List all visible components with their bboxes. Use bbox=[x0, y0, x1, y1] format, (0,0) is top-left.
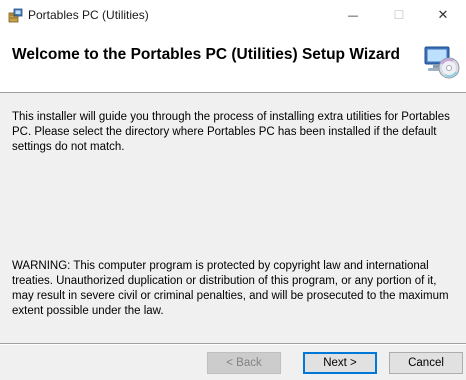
footer-divider bbox=[0, 343, 466, 345]
computer-cd-icon bbox=[422, 42, 460, 80]
title-bar: Portables PC (Utilities) — ☐ ✕ bbox=[0, 0, 466, 30]
close-button[interactable]: ✕ bbox=[420, 0, 466, 30]
intro-text: This installer will guide you through th… bbox=[12, 111, 450, 153]
minimize-button[interactable]: — bbox=[330, 0, 376, 30]
warning-text: WARNING: This computer program is protec… bbox=[12, 260, 449, 317]
maximize-icon: ☐ bbox=[393, 8, 405, 22]
minimize-icon: — bbox=[347, 8, 359, 22]
window-title: Portables PC (Utilities) bbox=[28, 8, 149, 22]
cancel-button[interactable]: Cancel bbox=[389, 352, 463, 374]
wizard-title: Welcome to the Portables PC (Utilities) … bbox=[12, 46, 400, 63]
back-button[interactable]: < Back bbox=[207, 352, 281, 374]
next-button[interactable]: Next > bbox=[303, 352, 377, 374]
close-icon: ✕ bbox=[437, 7, 449, 23]
installer-icon bbox=[8, 7, 24, 23]
maximize-button[interactable]: ☐ bbox=[376, 0, 422, 30]
wizard-header: Welcome to the Portables PC (Utilities) … bbox=[0, 30, 466, 93]
